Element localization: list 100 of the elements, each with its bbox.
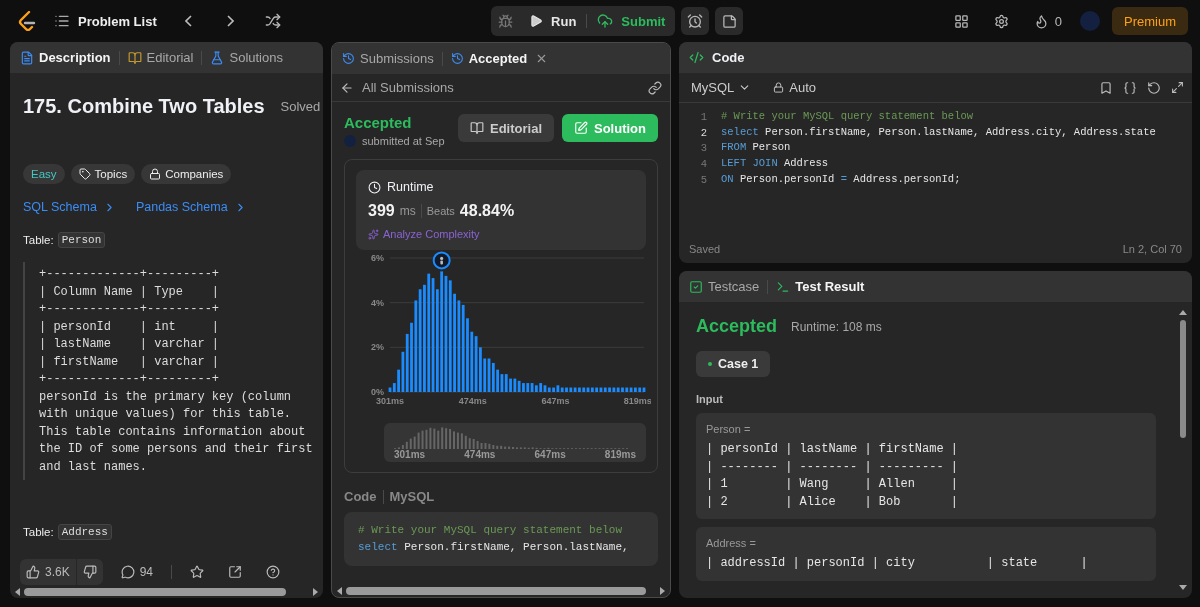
tag[interactable]: Companies [141, 164, 232, 184]
problem-list-button[interactable]: Problem List [50, 13, 161, 29]
panel-tab[interactable]: Submissions [342, 51, 434, 66]
panel-title: Code [712, 50, 745, 65]
bookmark-icon[interactable] [1099, 80, 1113, 95]
code-line: select Person.firstName, Person.lastName, [358, 540, 630, 555]
input-name: Address = [706, 537, 757, 549]
timer-button[interactable] [681, 7, 710, 35]
link-icon[interactable] [648, 80, 662, 95]
checkbox-icon [689, 279, 703, 294]
table-line: | 2 | Alice | Bob | [706, 493, 960, 511]
streak-button[interactable]: 0 [1027, 7, 1068, 35]
share-icon [228, 565, 243, 579]
panel-tab[interactable]: Editorial [127, 50, 194, 65]
case-tab[interactable]: Case 1 [696, 351, 771, 377]
braces-icon[interactable] [1123, 80, 1137, 95]
thumbs-down-icon [82, 565, 97, 579]
tag[interactable]: Topics [70, 164, 136, 184]
language-select[interactable]: MySQL [687, 80, 756, 95]
schema-link[interactable]: SQL Schema [23, 200, 116, 214]
scrollbar[interactable] [14, 587, 319, 597]
submit-button[interactable]: Submit [587, 6, 676, 36]
line-number: 5 [699, 173, 708, 186]
range-overview[interactable]: 301ms 474ms 647ms 819ms [384, 423, 646, 462]
lock-icon [773, 82, 785, 93]
auto-mode-button[interactable]: Auto [769, 80, 821, 95]
line-number: 3 [699, 142, 708, 155]
schema-link[interactable]: Pandas Schema [135, 200, 247, 214]
line-number: 4 [699, 157, 708, 170]
back-link[interactable]: All Submissions [362, 80, 454, 95]
comments-button[interactable]: 94 [114, 559, 160, 585]
status-label: Accepted [344, 114, 413, 131]
note-icon [721, 13, 737, 29]
input-name: Person = [706, 423, 752, 435]
axis-label: 301ms [376, 396, 404, 406]
section-title: Code [344, 489, 377, 504]
panel-tab[interactable]: Testcase [689, 279, 760, 294]
sparkle-icon [368, 228, 379, 240]
table-line: | -------- | -------- | --------- | [706, 458, 960, 476]
axis-label: 4% [371, 297, 384, 308]
code-line: # Write your MySQL query statement below [721, 109, 974, 124]
history-icon [450, 52, 464, 65]
axis-label: 301ms [394, 449, 426, 460]
premium-button[interactable]: Premium [1112, 7, 1188, 35]
code-icon [689, 50, 704, 65]
dislike-button[interactable] [76, 559, 103, 585]
flask-icon [210, 50, 225, 65]
chevron-right-icon [227, 15, 235, 27]
table-line: | personId | lastName | firstName | [706, 441, 960, 458]
avatar-marker [432, 251, 451, 270]
code-line: select Person.firstName, Person.lastName, Address.city, Address.state [721, 124, 1156, 140]
scrollbar[interactable] [336, 586, 666, 596]
reset-icon[interactable] [1147, 80, 1161, 95]
panel-tab[interactable]: Test Result [776, 279, 865, 294]
axis-label: 819ms [604, 449, 636, 460]
panel-tab[interactable]: Description [20, 50, 111, 65]
line-number: 2 [699, 126, 708, 139]
problem-title: 175. Combine Two Tables [23, 95, 265, 118]
input-label: Input [696, 393, 724, 405]
axis-label: 474ms [464, 449, 496, 460]
run-button[interactable]: Run [519, 6, 587, 36]
runtime-title: Runtime [387, 180, 434, 194]
chevron-left-icon [185, 15, 193, 27]
thumbs-up-icon [26, 565, 40, 579]
shuffle-icon [264, 13, 281, 29]
logo-icon[interactable] [18, 11, 36, 31]
editorial-button[interactable]: Editorial [458, 114, 554, 142]
code-line: LEFT JOIN Address [721, 156, 829, 172]
avatar [344, 135, 356, 147]
tag[interactable]: Easy [23, 164, 65, 184]
beats-value: 48.84% [459, 202, 515, 220]
comment-icon [120, 565, 135, 579]
axis-label: 6% [371, 253, 384, 263]
cursor-position: Ln 2, Col 70 [1122, 243, 1182, 255]
alarm-clock-icon [687, 13, 704, 29]
panel-tab[interactable]: Accepted [450, 51, 528, 66]
axis-label: 647ms [541, 396, 570, 406]
axis-label: 2% [371, 342, 384, 353]
settings-icon [994, 13, 1010, 29]
star-icon [190, 565, 205, 579]
table-label: Table: [23, 526, 54, 538]
terminal-icon [776, 279, 791, 294]
document-icon [20, 50, 34, 65]
list-icon [54, 13, 70, 29]
pen-icon [574, 121, 588, 135]
notes-button[interactable] [715, 7, 744, 35]
beats-label: Beats [426, 205, 455, 217]
inline-code: Address [57, 524, 112, 540]
code-line: FROM Person [721, 140, 791, 156]
runtime-value: 399 [368, 202, 395, 220]
expand-icon[interactable] [1171, 81, 1184, 94]
runtime-label: Runtime: 108 ms [791, 319, 882, 334]
panel-tab[interactable]: Solutions [210, 50, 283, 65]
book-icon [470, 121, 484, 135]
language-label: MySQL [389, 489, 435, 504]
scrollbar[interactable] [1178, 308, 1188, 592]
save-status: Saved [689, 243, 721, 255]
history-icon [342, 52, 355, 65]
like-button[interactable]: 3.6K [20, 559, 76, 585]
schema-block: +-------------+---------+ | Column Name | Type | +-------------+---------+ | personId | int | | lastName | varchar | | firstName | varchar | +-------------+---------+ personId is the primary key (column with unique values) for this table. This table contains information about the ID of some persons and their first and last names. [23, 262, 323, 480]
